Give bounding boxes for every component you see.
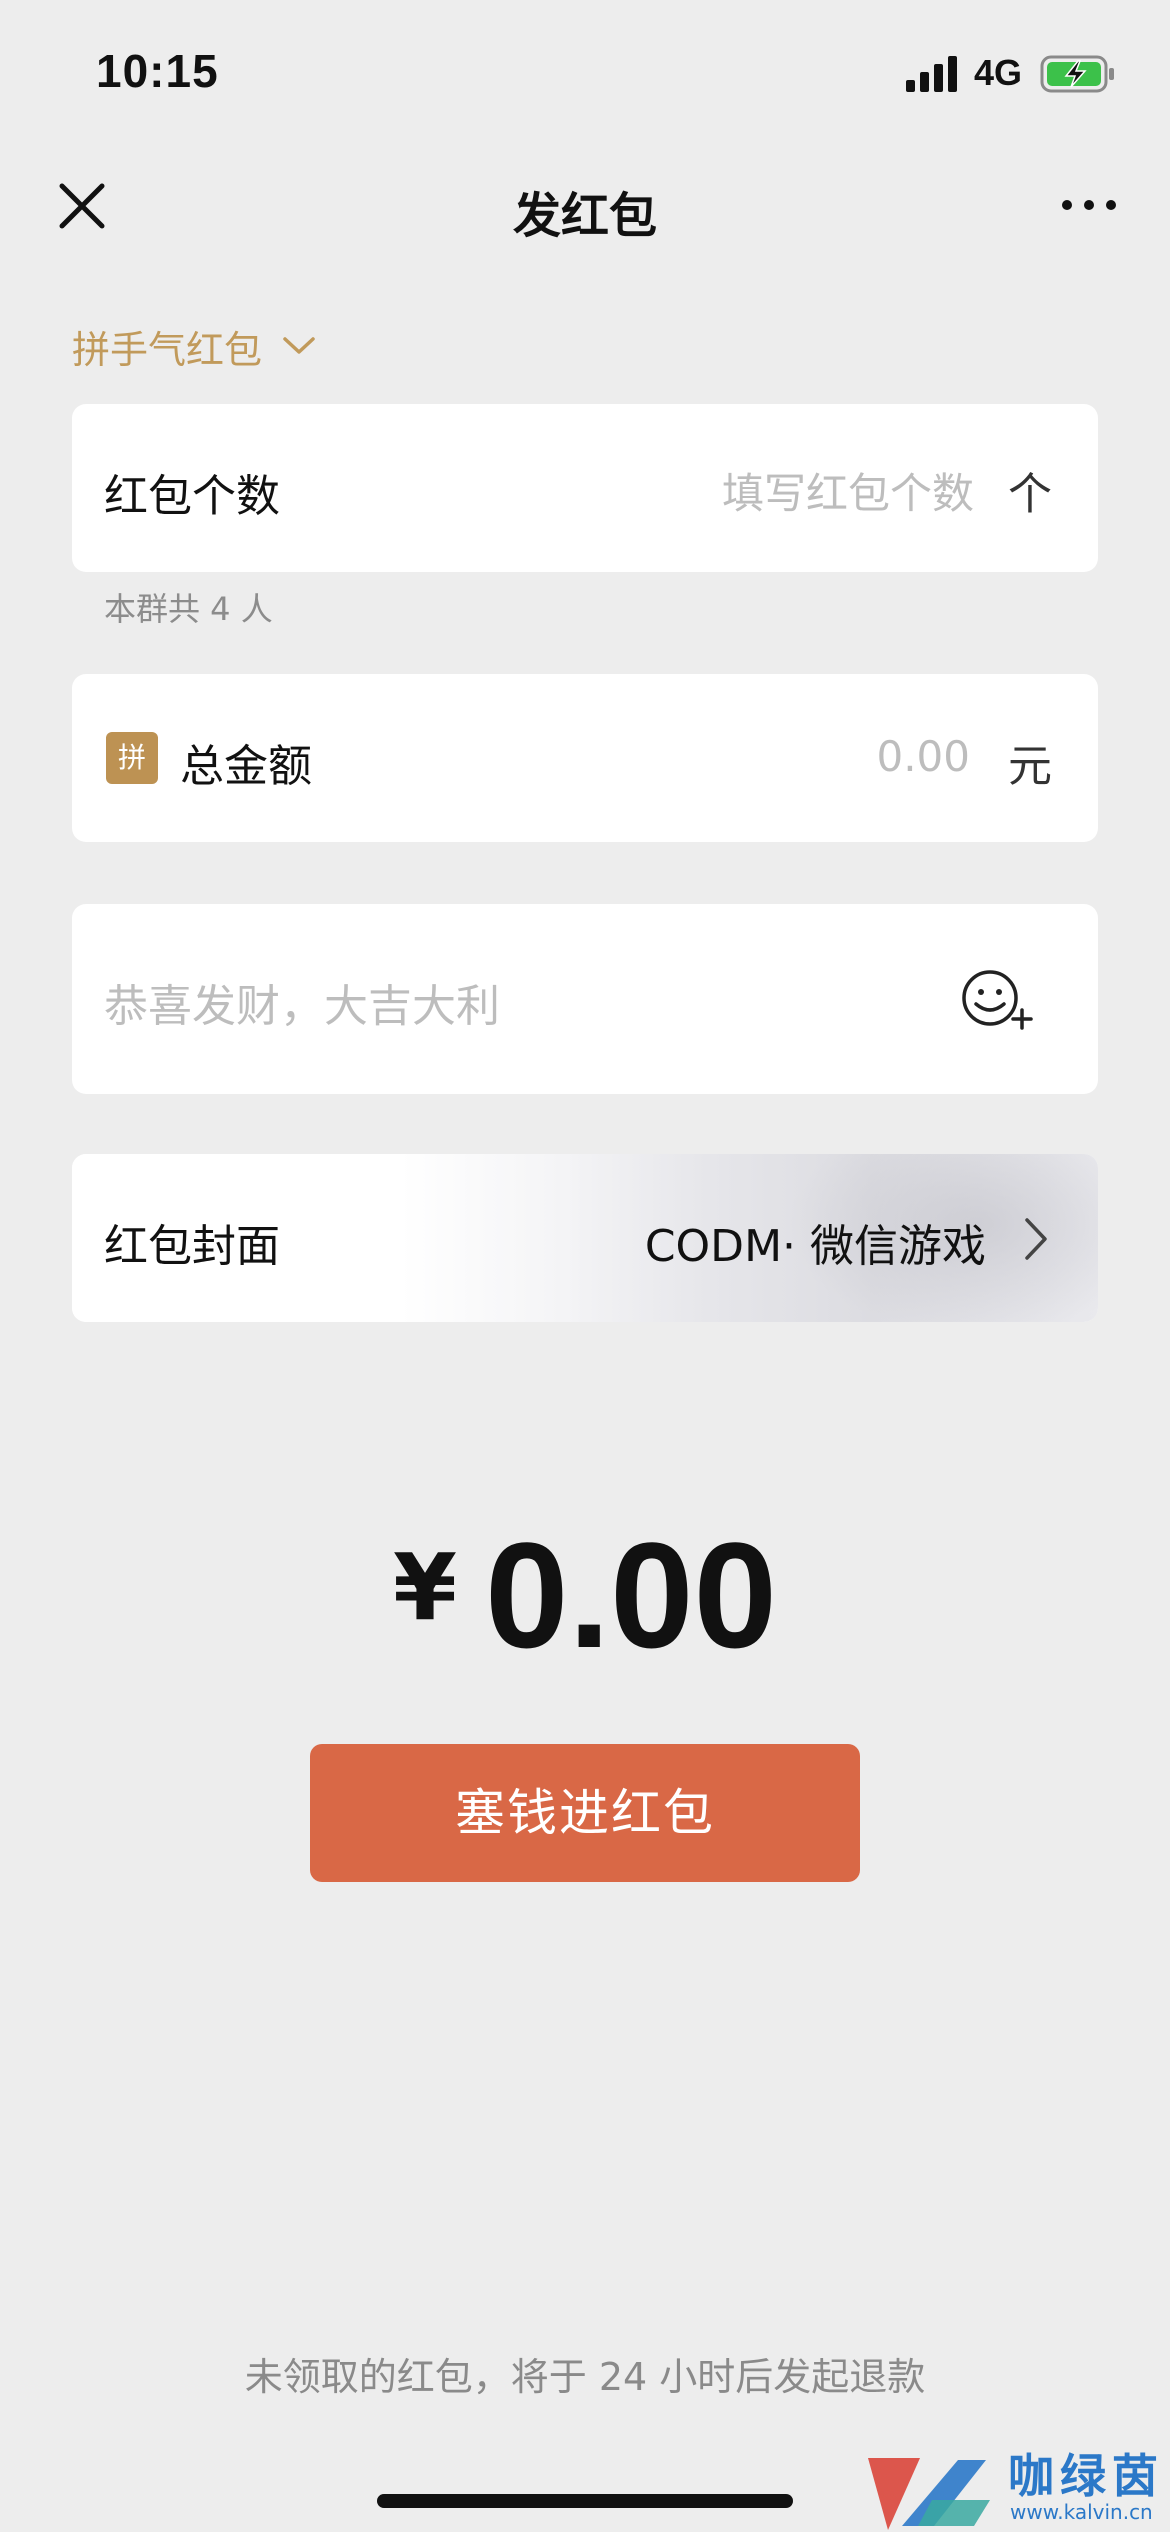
chevron-down-icon <box>283 337 315 354</box>
total-amount-field[interactable]: 拼 总金额 0.00 元 <box>72 674 1098 842</box>
watermark-logo-icon <box>868 2458 990 2530</box>
packet-count-label: 红包个数 <box>104 471 280 522</box>
packet-cover-label: 红包封面 <box>104 1221 280 1272</box>
chevron-right-icon <box>1025 1218 1047 1260</box>
watermark-name: 咖绿茵 <box>1008 2449 1164 2503</box>
more-dots-icon[interactable] <box>1060 196 1120 216</box>
random-amount-badge: 拼 <box>106 732 158 784</box>
total-amount-unit: 元 <box>1008 741 1052 792</box>
packet-count-input[interactable]: 填写红包个数 <box>722 460 974 521</box>
total-amount-label: 总金额 <box>180 741 312 792</box>
packet-type-label: 拼手气红包 <box>72 327 263 372</box>
packet-cover-row[interactable]: 红包封面 CODM· 微信游戏 <box>72 1154 1098 1322</box>
greeting-field[interactable]: 恭喜发财，大吉大利 <box>72 904 1098 1094</box>
greeting-input[interactable]: 恭喜发财，大吉大利 <box>104 970 500 1034</box>
watermark-url: www.kalvin.cn <box>1010 2500 1153 2524</box>
total-amount-input[interactable]: 0.00 <box>876 732 970 781</box>
network-type: 4G <box>974 52 1023 93</box>
total-amount-display: ¥ 0.00 <box>0 1510 1170 1680</box>
emoji-add-icon[interactable] <box>960 966 1036 1032</box>
status-time: 10:15 <box>96 45 219 97</box>
put-money-button[interactable]: 塞钱进红包 <box>310 1744 860 1882</box>
home-indicator[interactable] <box>377 2494 793 2508</box>
packet-count-unit: 个 <box>1008 469 1052 520</box>
battery-icon <box>1040 55 1114 93</box>
signal-icon <box>906 56 962 92</box>
total-amount-value: 0.00 <box>485 1511 777 1679</box>
packet-cover-value: CODM· 微信游戏 <box>644 1221 986 1272</box>
packet-count-field[interactable]: 红包个数 填写红包个数 个 <box>72 404 1098 572</box>
group-member-note: 本群共 4 人 <box>104 590 273 628</box>
page-title: 发红包 <box>512 188 657 244</box>
packet-type-dropdown[interactable]: 拼手气红包 <box>72 318 316 374</box>
currency-sign: ¥ <box>393 1534 458 1641</box>
refund-note: 未领取的红包，将于 24 小时后发起退款 <box>244 2355 926 2399</box>
